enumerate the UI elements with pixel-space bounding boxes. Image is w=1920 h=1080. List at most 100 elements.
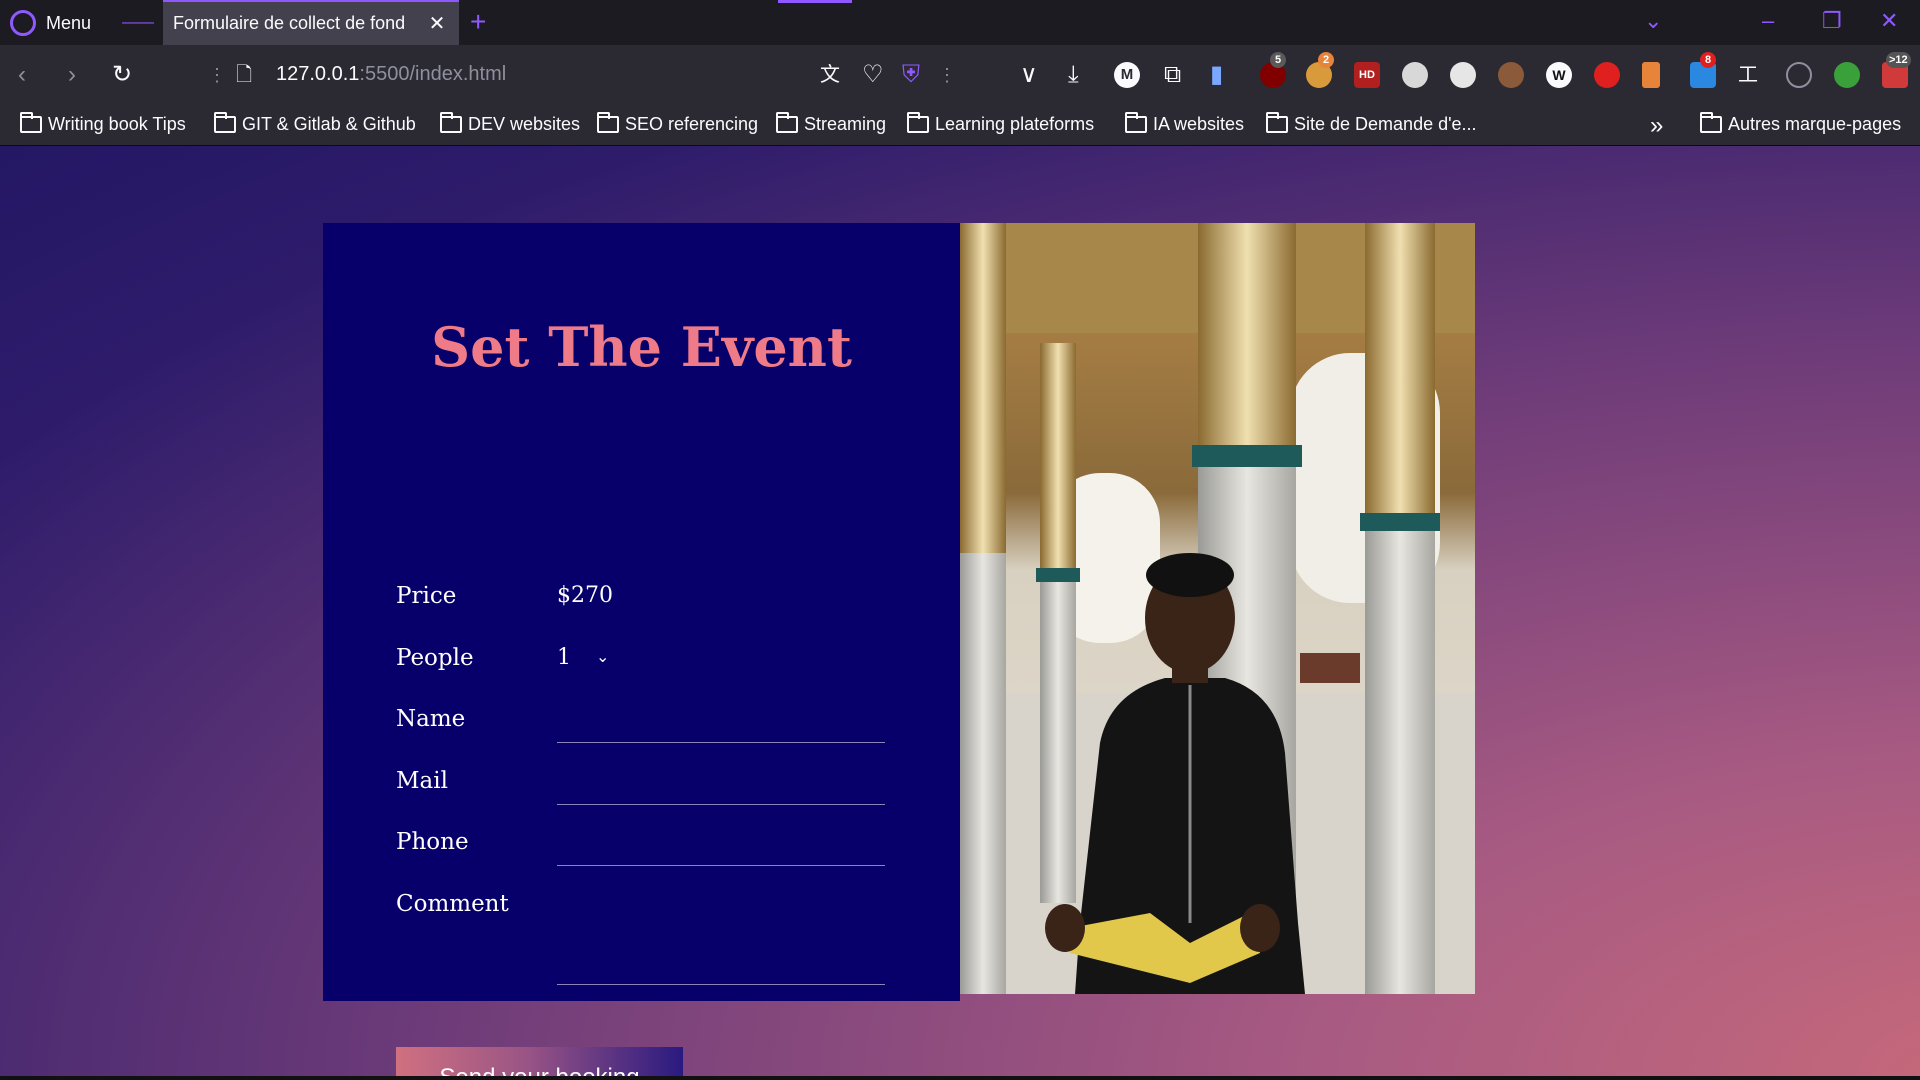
bookmark-label: IA websites [1153,114,1245,134]
tab-close-icon[interactable]: ✕ [425,11,449,36]
folder-icon [1266,112,1288,133]
price-value: $270 [557,583,613,608]
phone-input[interactable] [557,865,885,866]
tab-indicator [778,0,852,3]
column-capital [1198,223,1296,448]
other-bookmarks[interactable]: Autres marque-pages [1700,112,1902,135]
other-bookmarks-label: Autres marque-pages [1728,114,1902,134]
ext2-badge: 2 [1318,52,1334,68]
pocket-icon[interactable]: ∨ [1020,61,1038,89]
m-extension-icon[interactable]: M [1114,62,1140,88]
photo-illustration [960,223,1475,994]
youtube-ext-icon[interactable] [1594,62,1620,88]
bookmarks-toolbar: Writing book Tips GIT & Gitlab & Github … [0,106,1920,146]
bookmark-label: SEO referencing [625,114,759,134]
figure-hair [1146,553,1234,597]
column-capital [1365,223,1435,523]
chevron-down-icon[interactable]: ⌄ [596,647,609,667]
folder-icon [1125,112,1147,133]
name-label: Name [396,706,466,732]
name-row: Name [396,706,888,746]
price-label: Price [396,583,457,609]
page-viewport: Set The Event Price $270 People 1 ⌄ Name… [0,146,1920,1080]
mail-badge: >12 [1886,52,1911,68]
mail-input[interactable] [557,804,885,805]
bookmark-label: Writing book Tips [48,114,186,134]
reload-icon[interactable]: ↻ [112,61,132,89]
bookmark-folder[interactable]: IA websites [1125,112,1245,135]
bookmark-label: Site de Demande d'e... [1294,114,1477,134]
bookmark-ext-icon[interactable]: ▮ [1210,61,1223,89]
active-tab[interactable]: Formulaire de collect de fond ✕ [163,0,459,45]
folder-icon [440,112,462,133]
ext8-badge: 8 [1700,52,1716,68]
shield-icon[interactable]: ⛨ [902,61,920,89]
mail-row: Mail [396,768,888,808]
folder-icon [214,112,236,133]
download-icon[interactable]: ⤓ [1068,61,1079,89]
tab-list-icon[interactable]: ⌄ [1644,8,1662,34]
url-host: 127.0.0.1 [276,63,360,85]
folder-icon [907,112,929,133]
bookmark-folder[interactable]: SEO referencing [597,112,759,135]
bookmark-label: Learning plateforms [935,114,1095,134]
phone-row: Phone [396,829,888,869]
ext-text-icon[interactable]: 工 [1738,61,1758,89]
folder-icon [1700,112,1722,133]
page-icon[interactable]: 🗋 [236,61,252,89]
url-bar[interactable]: 127.0.0.1:5500/index.html [276,63,506,86]
people-row: People 1 ⌄ [396,645,888,685]
bookmark-label: DEV websites [468,114,581,134]
form-title: Set The Event [431,315,852,379]
back-icon[interactable]: ‹ [18,61,26,89]
bookmark-folder[interactable]: DEV websites [440,112,581,135]
bookmark-folder[interactable]: GIT & Gitlab & Github [214,112,416,135]
chevron-double-right-icon[interactable]: » [1650,112,1663,140]
drag-handle-icon: ⋮ [208,65,226,85]
name-input[interactable] [557,742,885,743]
bookmark-label: Streaming [804,114,887,134]
figure-hand [1045,904,1085,952]
bottom-edge [0,1076,1920,1080]
bookmark-folder[interactable]: Learning plateforms [907,112,1095,135]
translate-icon[interactable]: 文 [820,61,840,89]
close-window-icon[interactable]: ✕ [1880,8,1898,34]
menu-logo-icon [10,10,36,36]
figure-neck [1172,663,1208,683]
carpet [1300,653,1360,683]
hd-extension-icon[interactable]: HD [1354,62,1380,88]
bookmark-folder[interactable]: Writing book Tips [20,112,186,135]
ext-cookie-icon[interactable] [1498,62,1524,88]
folder-icon [597,112,619,133]
menu-label: Menu [46,12,92,33]
mosque-photo [960,223,1475,994]
menu-button[interactable]: Menu [10,8,91,38]
bookmark-folder[interactable]: Streaming [776,112,887,135]
tab-title: Formulaire de collect de fond [173,13,406,33]
restore-icon[interactable]: ❐ [1822,8,1842,34]
hidden-tabs-icon[interactable]: —— [122,14,154,32]
forward-icon[interactable]: › [68,61,76,89]
ext-info-icon[interactable] [1786,62,1812,88]
extensions-icon[interactable]: ⧉ [1164,61,1181,89]
comment-label: Comment [396,891,509,917]
minimize-icon[interactable]: – [1762,8,1774,34]
column-band [1036,568,1080,582]
ext-globe-icon[interactable] [1834,62,1860,88]
separator-icon: ⋮ [938,65,956,85]
people-select[interactable]: 1 [557,645,571,670]
price-row: Price $270 [396,583,888,623]
bookmark-folder[interactable]: Site de Demande d'e... [1266,112,1477,135]
url-path: :5500/index.html [359,63,507,85]
column-band [1192,445,1302,467]
navigation-bar: ‹ › ↻ ⋮ 🗋 127.0.0.1:5500/index.html 文 ♡ … [0,45,1920,106]
new-tab-icon[interactable]: + [470,6,486,38]
w-extension-icon[interactable]: W [1546,62,1572,88]
ext-flag-icon[interactable] [1642,62,1660,88]
column-band [1360,513,1440,531]
phone-label: Phone [396,829,469,855]
ext-c-icon[interactable] [1450,62,1476,88]
heart-icon[interactable]: ♡ [862,61,884,89]
ext-glasses-icon[interactable] [1402,62,1428,88]
comment-textarea[interactable] [557,984,885,985]
